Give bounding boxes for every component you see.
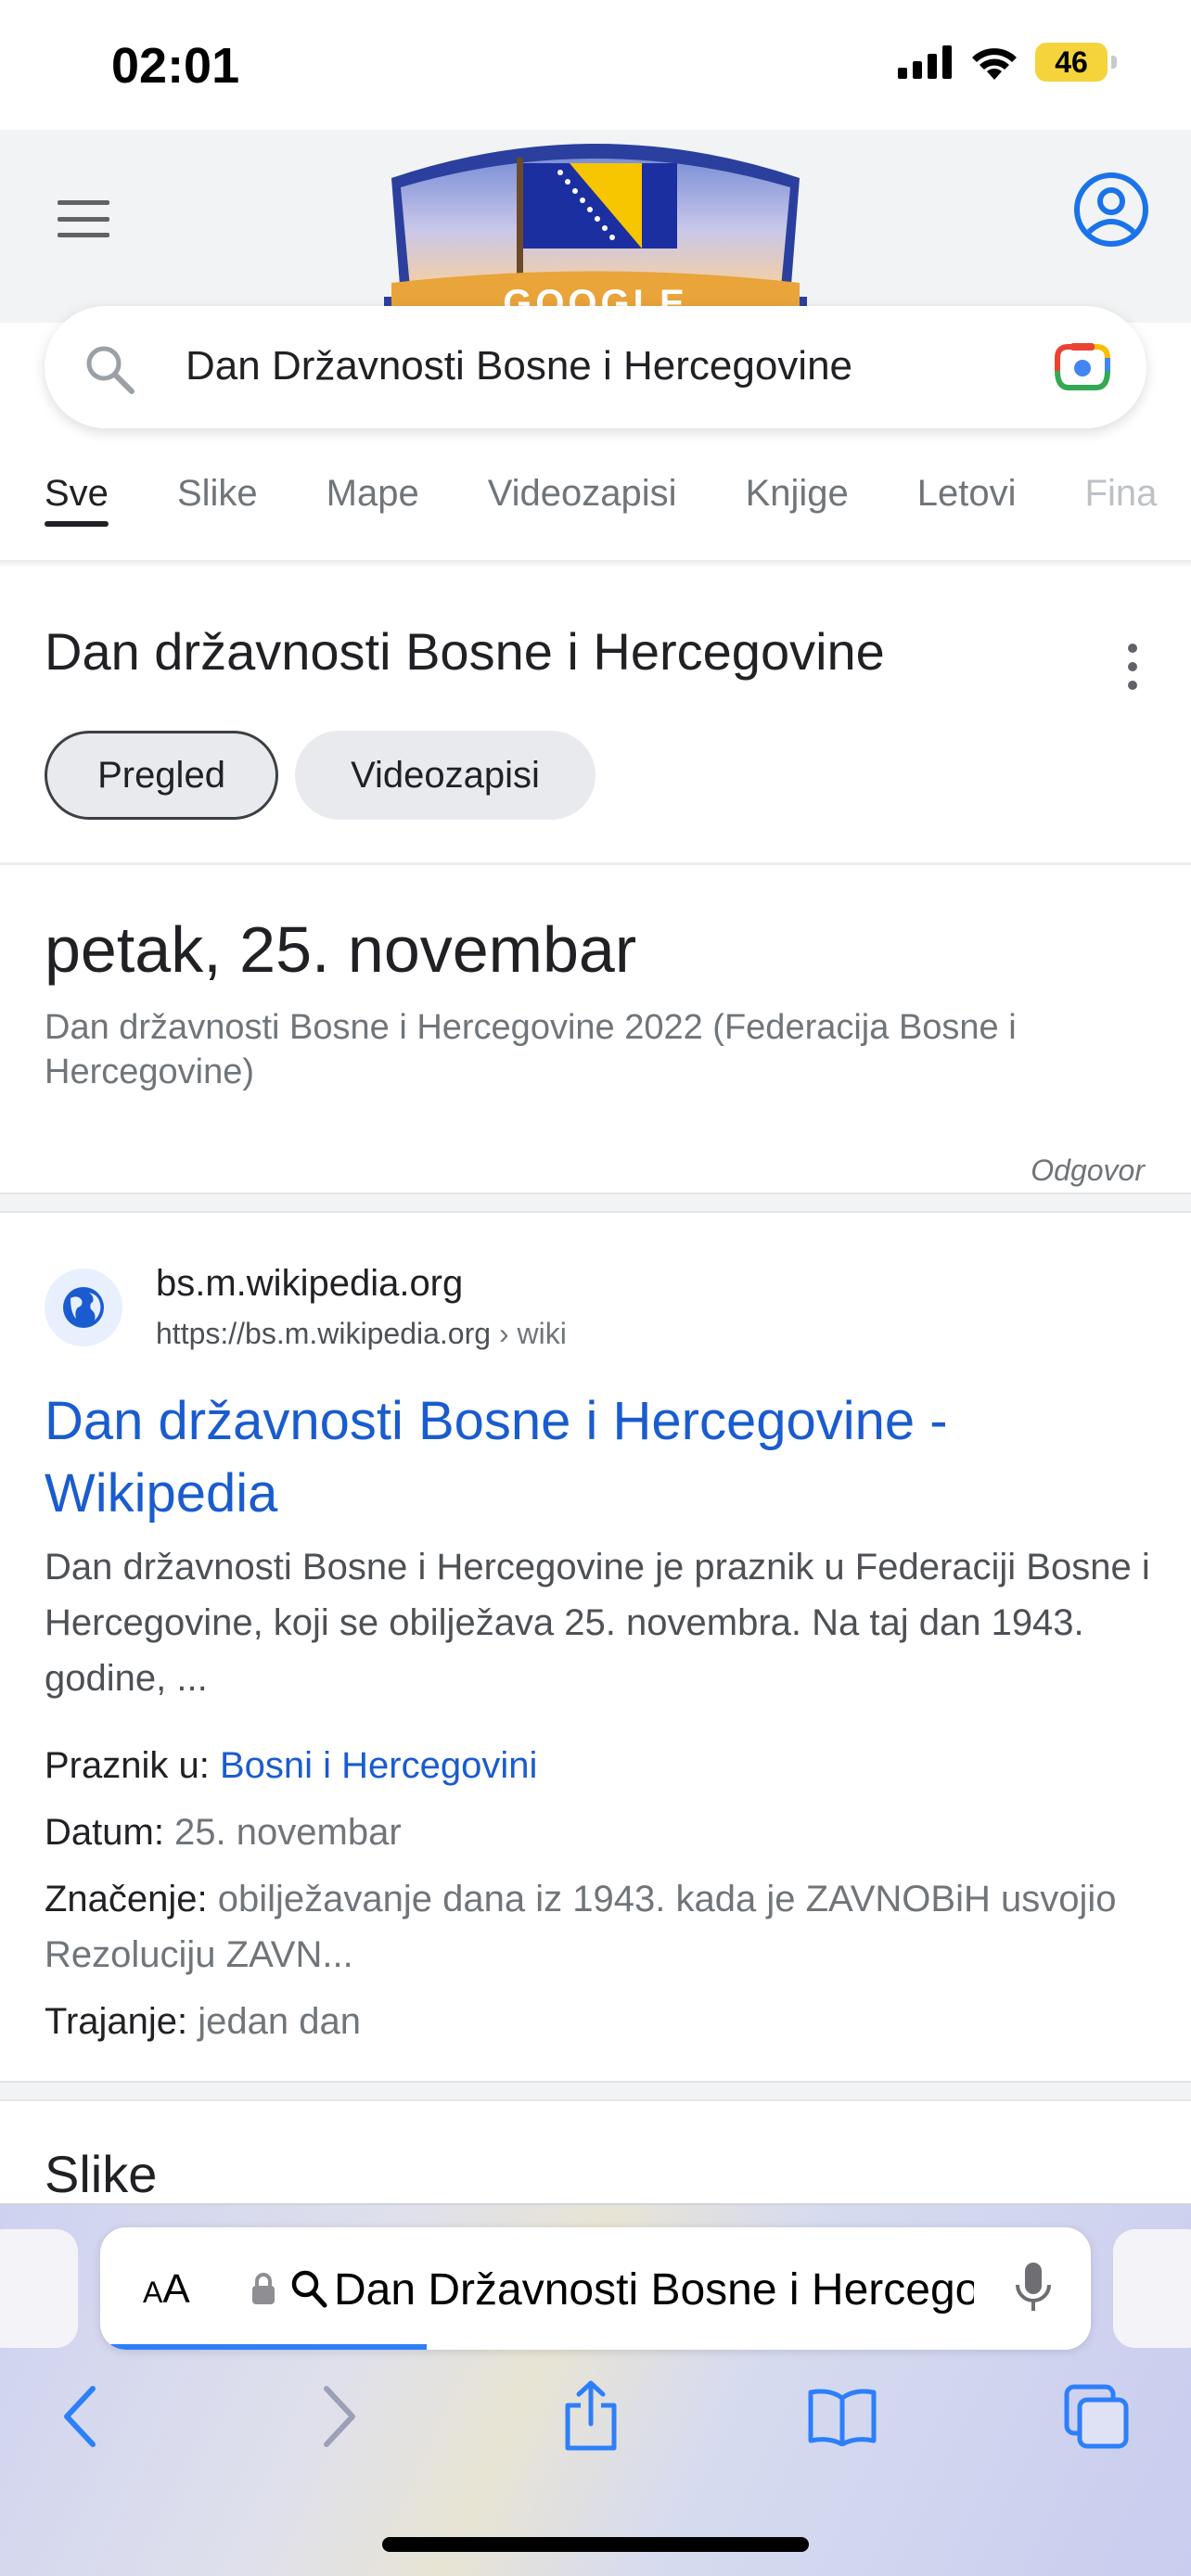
battery-cap bbox=[1111, 56, 1117, 69]
tab-finance[interactable]: Fina bbox=[1085, 464, 1158, 566]
reader-options-button[interactable]: AA bbox=[143, 2266, 190, 2313]
answer-label: Odgovor bbox=[1031, 1154, 1145, 1187]
google-doodle[interactable]: GOOGLE bbox=[364, 130, 827, 323]
fact-meaning: Značenje: obilježavanje dana iz 1943. ka… bbox=[45, 1871, 1148, 1983]
more-options-icon[interactable] bbox=[1126, 644, 1139, 690]
fact-key: Datum: bbox=[45, 1812, 175, 1853]
section-divider bbox=[0, 2081, 1191, 2101]
images-section-heading: Slike bbox=[45, 2145, 158, 2203]
google-header: GOOGLE bbox=[0, 130, 1191, 323]
lock-icon bbox=[252, 2273, 275, 2304]
fact-value: jedan dan bbox=[198, 2001, 361, 2042]
chip-overview[interactable]: Pregled bbox=[45, 731, 278, 820]
result-site-name[interactable]: bs.m.wikipedia.org bbox=[156, 1263, 463, 1305]
fact-duration: Trajanje: jedan dan bbox=[45, 1994, 1148, 2049]
result-title-link[interactable]: Dan državnosti Bosne i Hercegovine - Wik… bbox=[45, 1385, 1148, 1530]
search-icon bbox=[86, 346, 134, 394]
tab-images[interactable]: Slike bbox=[177, 464, 258, 566]
answer-date: petak, 25. novembar bbox=[45, 913, 637, 986]
microphone-icon[interactable] bbox=[1013, 2261, 1054, 2316]
address-text[interactable]: Dan Državnosti Bosne i Hercegovine bbox=[334, 2264, 974, 2315]
wifi-icon bbox=[972, 48, 1017, 80]
bookmarks-icon[interactable] bbox=[807, 2387, 877, 2446]
status-time: 02:01 bbox=[111, 38, 240, 94]
result-url-base: https://bs.m.wikipedia.org bbox=[156, 1317, 492, 1350]
tab-books[interactable]: Knjige bbox=[746, 464, 849, 566]
aa-label: A bbox=[162, 2266, 190, 2312]
back-icon[interactable] bbox=[58, 2383, 102, 2450]
tab-flights[interactable]: Letovi bbox=[917, 464, 1017, 566]
answer-subtitle: Dan državnosti Bosne i Hercegovine 2022 … bbox=[45, 1008, 1017, 1091]
result-snippet: Dan državnosti Bosne i Hercegovine je pr… bbox=[45, 1547, 1150, 1699]
signal-icon bbox=[898, 45, 952, 79]
section-divider bbox=[0, 1192, 1191, 1213]
status-bar: 02:01 46 bbox=[0, 0, 1191, 130]
share-icon[interactable] bbox=[560, 2379, 621, 2452]
chip-videos[interactable]: Videozapisi bbox=[295, 731, 596, 820]
result-url-crumb: › wiki bbox=[491, 1317, 567, 1350]
address-bar[interactable]: AA Dan Državnosti Bosne i Hercegovine bbox=[100, 2227, 1091, 2350]
fact-key: Trajanje: bbox=[45, 2001, 198, 2042]
fact-key: Praznik u: bbox=[45, 1745, 220, 1786]
search-box[interactable]: Dan Državnosti Bosne i Hercegovine bbox=[45, 306, 1146, 428]
fact-value: 25. novembar bbox=[174, 1812, 402, 1853]
topic-title: Dan državnosti Bosne i Hercegovine bbox=[45, 622, 885, 681]
next-tab-pill[interactable] bbox=[1113, 2229, 1191, 2348]
forward-icon[interactable] bbox=[317, 2383, 362, 2450]
tab-all[interactable]: Sve bbox=[45, 464, 109, 566]
divider bbox=[0, 862, 1191, 865]
tabs-divider bbox=[0, 560, 1191, 567]
search-icon bbox=[291, 2270, 327, 2308]
tab-videos[interactable]: Videozapisi bbox=[488, 464, 677, 566]
page-load-progress bbox=[100, 2344, 428, 2350]
search-tabs: Sve Slike Mape Videozapisi Knjige Letovi… bbox=[0, 464, 1191, 566]
tab-maps[interactable]: Mape bbox=[327, 464, 419, 566]
wikipedia-globe-icon bbox=[45, 1269, 122, 1346]
fact-key: Značenje: bbox=[45, 1879, 218, 1919]
previous-tab-pill[interactable] bbox=[0, 2229, 78, 2348]
status-icons: 46 bbox=[898, 43, 1117, 82]
home-indicator bbox=[382, 2537, 809, 2552]
battery-indicator: 46 bbox=[1035, 43, 1108, 82]
menu-icon[interactable] bbox=[54, 195, 113, 243]
account-icon[interactable] bbox=[1072, 171, 1150, 249]
battery-level: 46 bbox=[1055, 45, 1088, 79]
search-input[interactable]: Dan Državnosti Bosne i Hercegovine bbox=[186, 343, 852, 389]
tabs-icon[interactable] bbox=[1063, 2383, 1130, 2450]
fact-holiday: Praznik u: Bosni i Hercegovini bbox=[45, 1738, 1148, 1793]
fact-date: Datum: 25. novembar bbox=[45, 1804, 1148, 1860]
fact-value-link[interactable]: Bosni i Hercegovini bbox=[220, 1745, 537, 1786]
google-lens-icon[interactable] bbox=[1054, 339, 1111, 393]
result-url[interactable]: https://bs.m.wikipedia.org › wiki bbox=[156, 1317, 567, 1351]
